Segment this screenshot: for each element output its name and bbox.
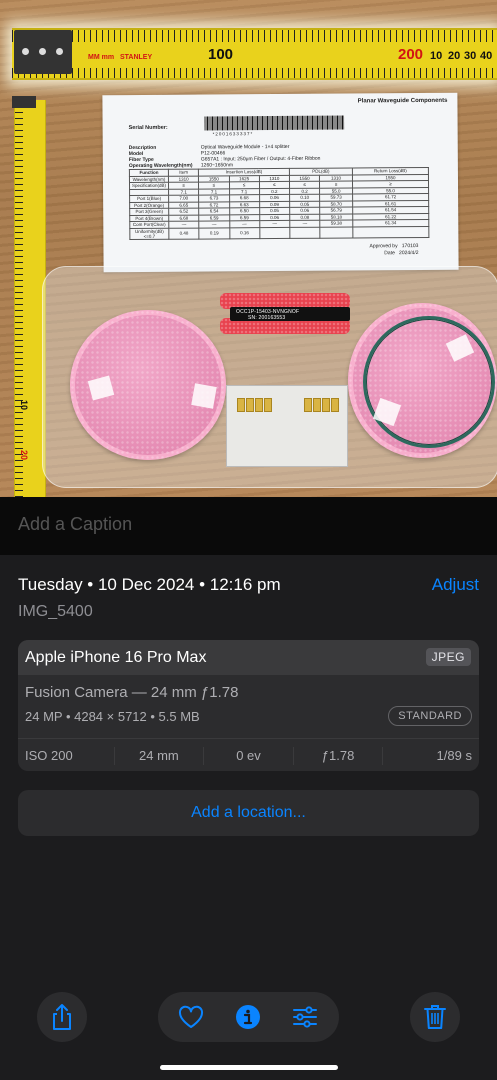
share-icon (53, 1004, 71, 1030)
home-indicator (160, 1065, 338, 1070)
connector-pin (322, 398, 330, 412)
tape-v-20: 20 (19, 450, 29, 461)
connector-pin (313, 398, 321, 412)
exif-aperture: ƒ1.78 (292, 746, 383, 765)
tape-tick-40: 40 (480, 50, 493, 62)
tape-200: 200 (398, 46, 424, 63)
approved-by: Approved by 170103 (369, 243, 419, 250)
connector-pin (331, 398, 339, 412)
sheet-brand: Planar Waveguide Components (357, 97, 448, 105)
sheet-date: Date 2024/4/2 (384, 250, 419, 257)
adjust-button[interactable]: Adjust (432, 575, 479, 595)
tape-mm-label: MM mm (88, 54, 115, 61)
lens-info: Fusion Camera — 24 mm ƒ1.78 (25, 684, 239, 701)
metadata-card: Apple iPhone 16 Pro Max JPEG Fusion Came… (18, 640, 479, 771)
photo-style-badge: STANDARD (388, 706, 472, 726)
connector-pin (237, 398, 245, 412)
info-icon (236, 1005, 260, 1029)
spec-table-row: Uniformity(dB)<=0.7 0.48 0.19 0.16 (129, 225, 429, 240)
splitter-sn: SN: 200163553 (248, 315, 286, 321)
tape-patch (191, 383, 217, 409)
device-name: Apple iPhone 16 Pro Max (25, 649, 207, 666)
barcode-number: *2001633337* (212, 131, 254, 137)
delete-button[interactable] (410, 992, 460, 1042)
favorite-button[interactable] (176, 1002, 206, 1032)
connector-pin (246, 398, 254, 412)
exif-iso: ISO 200 (25, 747, 73, 763)
spec-table: Function Item Insertion Loss(dB) PDL(dB)… (129, 167, 429, 240)
connector-pin (264, 398, 272, 412)
connector-pin (304, 398, 312, 412)
barcode (204, 115, 345, 131)
adjust-icon (293, 1006, 317, 1028)
tape-brand-label: STANLEY (120, 54, 153, 61)
caption-bar[interactable]: Add a Caption (0, 497, 497, 555)
fiber-coil (363, 316, 495, 448)
tape-v-cap (12, 96, 36, 108)
heart-icon (178, 1005, 204, 1028)
tape-tick-30: 30 (464, 50, 477, 62)
tape-tick-20: 20 (448, 50, 461, 62)
tape-measure-horizontal: MM mm STANLEY 100 200 10 20 30 40 (12, 28, 497, 80)
connector-pin (255, 398, 263, 412)
tape-tick-10: 10 (430, 50, 443, 62)
spec-sheet: Planar Waveguide Components Serial Numbe… (102, 92, 459, 273)
tape-hook (14, 30, 72, 74)
add-location-button[interactable]: Add a location... (18, 790, 479, 836)
tape-v-10: 10 (19, 400, 29, 411)
photo-view[interactable]: MM mm STANLEY 100 200 10 20 30 40 10 20 … (0, 0, 497, 497)
edit-button[interactable] (290, 1002, 320, 1032)
exif-focal-length: 24 mm (113, 746, 204, 765)
photo-filename: IMG_5400 (18, 603, 93, 620)
info-button[interactable] (233, 1002, 263, 1032)
serial-label: Serial Number: (128, 124, 168, 132)
exif-exposure-bias: 0 ev (203, 746, 293, 765)
exif-shutter: 1/89 s (382, 746, 479, 765)
format-badge: JPEG (425, 648, 471, 666)
caption-input[interactable]: Add a Caption (18, 514, 132, 535)
metadata-card-header: Apple iPhone 16 Pro Max JPEG (18, 640, 479, 675)
share-button[interactable] (37, 992, 87, 1042)
tape-100: 100 (208, 46, 234, 63)
trash-icon (424, 1005, 446, 1029)
image-specs: 24 MP • 4284 × 5712 • 5.5 MB (25, 709, 200, 724)
exif-row: ISO 200 24 mm 0 ev ƒ1.78 1/89 s (18, 738, 479, 771)
photo-date: Tuesday • 10 Dec 2024 • 12:16 pm (18, 575, 281, 594)
